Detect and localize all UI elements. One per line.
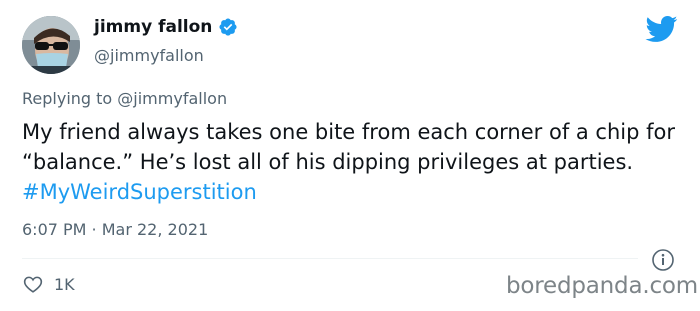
like-button[interactable]: 1K <box>22 273 75 295</box>
author-name[interactable]: jimmy fallon <box>94 17 212 37</box>
author-handle[interactable]: @jimmyfallon <box>94 46 204 65</box>
divider <box>22 258 638 259</box>
author-name-row[interactable]: jimmy fallon <box>94 17 238 37</box>
twitter-bird-icon[interactable] <box>644 15 678 43</box>
tweet-text: My friend always takes one bite from eac… <box>22 117 686 207</box>
watermark: boredpanda.com <box>506 273 698 299</box>
heart-icon[interactable] <box>22 273 44 295</box>
like-count: 1K <box>54 274 75 294</box>
tweet-timestamp[interactable]: 6:07 PM · Mar 22, 2021 <box>22 220 208 239</box>
info-icon[interactable] <box>651 248 675 272</box>
replying-to[interactable]: Replying to @jimmyfallon <box>22 89 227 108</box>
avatar[interactable] <box>22 16 80 74</box>
tweet-body: My friend always takes one bite from eac… <box>22 120 675 174</box>
verified-badge-icon <box>219 18 237 36</box>
avatar-image <box>22 16 80 74</box>
hashtag-link[interactable]: #MyWeirdSuperstition <box>22 180 257 204</box>
